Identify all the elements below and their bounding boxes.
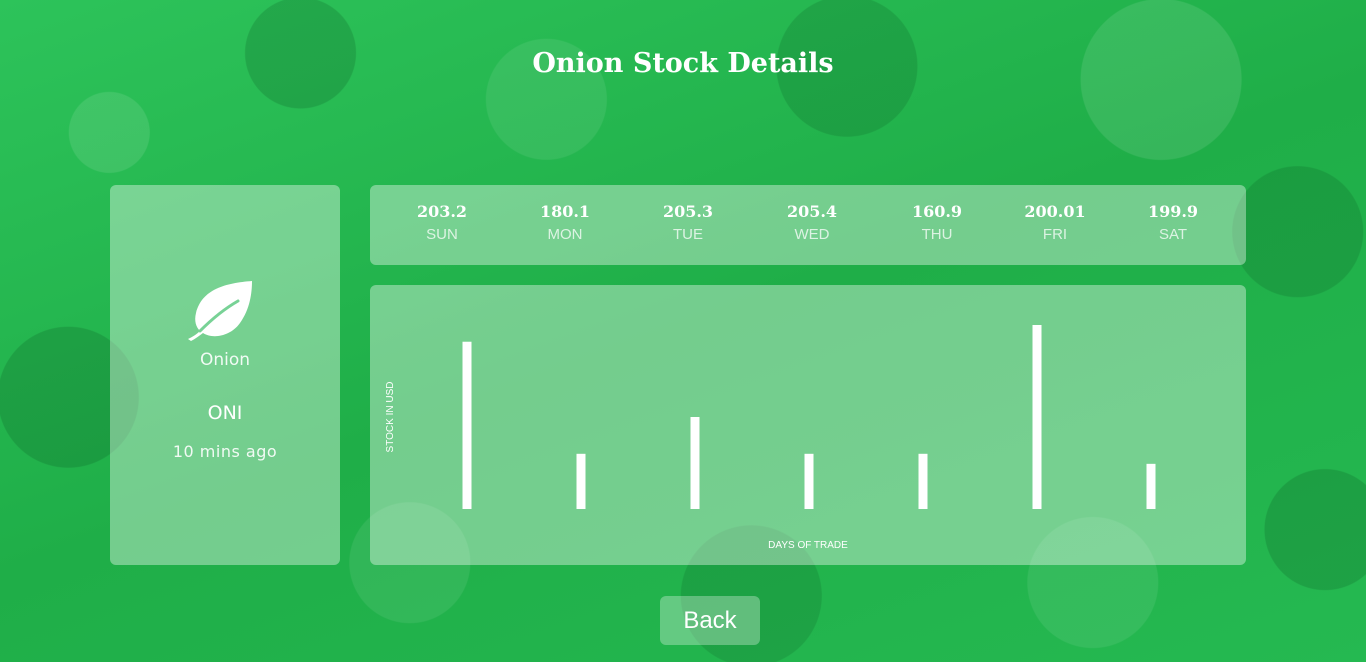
page-title: Onion Stock Details [532,48,834,79]
day-value: 160.9 [911,202,963,221]
day-value: 180.1 [539,202,591,221]
day-summary: 203.2 SUN [387,200,497,243]
day-value: 205.4 [786,202,838,221]
commodity-card [110,185,340,565]
day-summary: 180.1 MON [510,200,620,243]
bar-tue [690,417,700,509]
day-label: WED [794,226,830,243]
day-label: TUE [673,226,703,243]
y-axis-label: STOCK IN USD [385,382,396,453]
day-value: 199.9 [1147,202,1199,221]
day-summary: 200.01 FRI [1000,200,1110,243]
day-summary: 199.9 SAT [1118,200,1228,243]
stock-bar-chart: STOCK IN USD DAYS OF TRADE [385,325,1156,551]
bar-mon [576,453,586,509]
day-value: 205.3 [662,202,714,221]
day-label: SAT [1158,226,1188,243]
bar-wed [804,453,814,509]
back-button[interactable]: Back [660,596,760,645]
bar-fri [1032,325,1042,509]
x-axis-label: DAYS OF TRADE [768,540,848,551]
bar-thu [918,453,928,509]
day-label: FRI [1042,226,1068,243]
day-summary: 160.9 THU [882,200,992,243]
day-label: SUN [426,226,458,243]
commodity-ticker: ONI [207,402,243,424]
day-label: THU [921,226,953,243]
day-value: 203.2 [416,202,468,221]
day-summary: 205.3 TUE [633,200,743,243]
commodity-name: Onion [199,350,251,370]
day-summary: 205.4 WED [757,200,867,243]
day-value: 200.01 [1024,202,1086,221]
last-updated: 10 mins ago [172,442,278,461]
leaf-icon [188,281,252,341]
bar-sat [1146,463,1156,509]
bar-sun [462,341,472,509]
day-label: MON [547,226,583,243]
